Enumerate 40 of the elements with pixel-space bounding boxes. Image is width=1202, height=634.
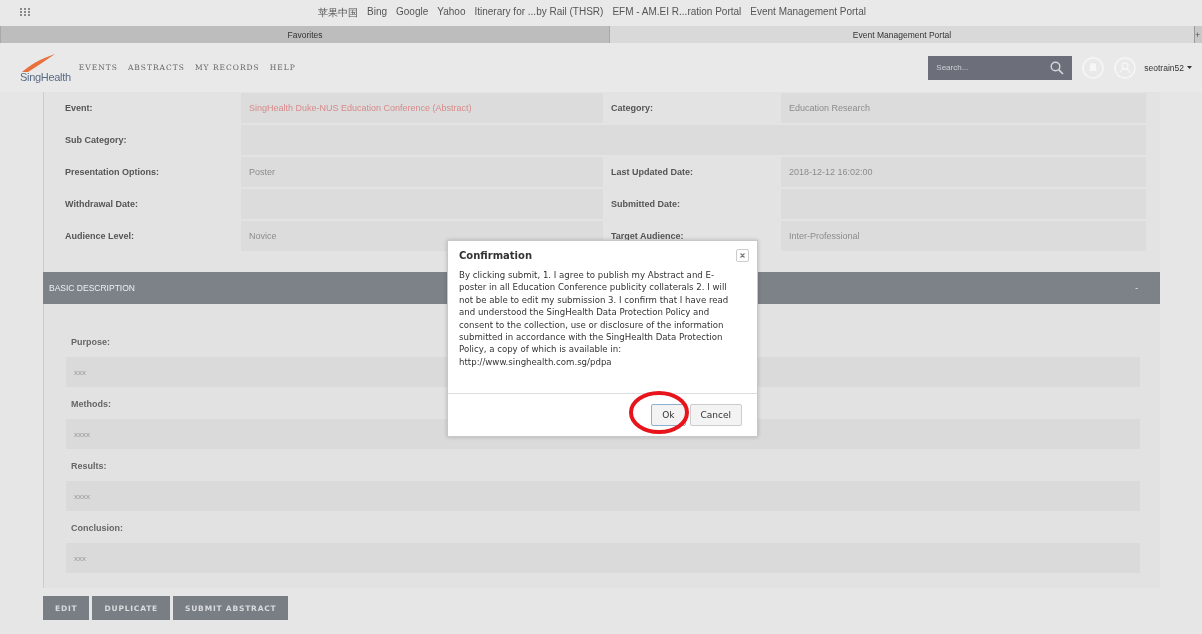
field-label: Methods: [70, 397, 111, 411]
bookmark-link[interactable]: EFM - AM.EI R...ration Portal [612, 6, 742, 20]
field-value: Education Research [781, 93, 1146, 123]
ok-button[interactable]: Ok [651, 404, 686, 426]
field-label: Results: [70, 459, 107, 473]
field-label: Conclusion: [70, 521, 123, 535]
bookmark-link[interactable]: Google [396, 6, 429, 20]
dialog-title: Confirmation [459, 250, 533, 261]
swoosh-logo-icon [20, 52, 56, 73]
bookmark-link[interactable]: Yahoo [437, 6, 466, 20]
bookmark-link[interactable]: Bing [367, 6, 387, 20]
browser-tab[interactable]: Event Management Portal [609, 26, 1194, 43]
field-label: Audience Level: [64, 230, 136, 243]
field-value: Inter-Professional [781, 221, 1146, 251]
field-value: 2018-12-12 16:02:00 [781, 157, 1146, 187]
section-title: BASIC DESCRIPTION [49, 283, 135, 293]
field-value: Poster [241, 157, 603, 187]
cancel-button[interactable]: Cancel [689, 404, 742, 426]
bookmark-link[interactable]: Event Management Portal [750, 6, 866, 20]
field-label: Sub Category: [64, 134, 128, 147]
user-menu[interactable]: seotrain52 [1144, 62, 1184, 73]
field-label: Last Updated Date: [610, 166, 694, 179]
logo-text: SingHealth [20, 70, 71, 83]
collapse-toggle[interactable]: - [1135, 283, 1138, 293]
field-label: Event: [64, 102, 94, 115]
apps-grid-icon[interactable] [20, 8, 30, 16]
field-label: Target Audience: [610, 230, 685, 243]
search-icon[interactable] [1050, 60, 1065, 75]
field-label: Withdrawal Date: [64, 198, 139, 211]
caret-icon[interactable] [1187, 66, 1192, 69]
field-label: Category: [610, 102, 654, 115]
new-tab-button[interactable]: + [1194, 26, 1202, 43]
bookmark-link[interactable]: 苹果中国 [318, 6, 358, 20]
field-label: Purpose: [70, 335, 110, 349]
search-field[interactable]: Search... [928, 55, 1073, 80]
bookmark-link[interactable]: Itinerary for ...by Rail (THSR) [474, 6, 604, 20]
browser-tab[interactable]: Favorites [0, 26, 609, 43]
field-label: Submitted Date: [610, 198, 681, 211]
field-label: Presentation Options: [64, 166, 160, 179]
close-icon[interactable] [736, 249, 749, 262]
